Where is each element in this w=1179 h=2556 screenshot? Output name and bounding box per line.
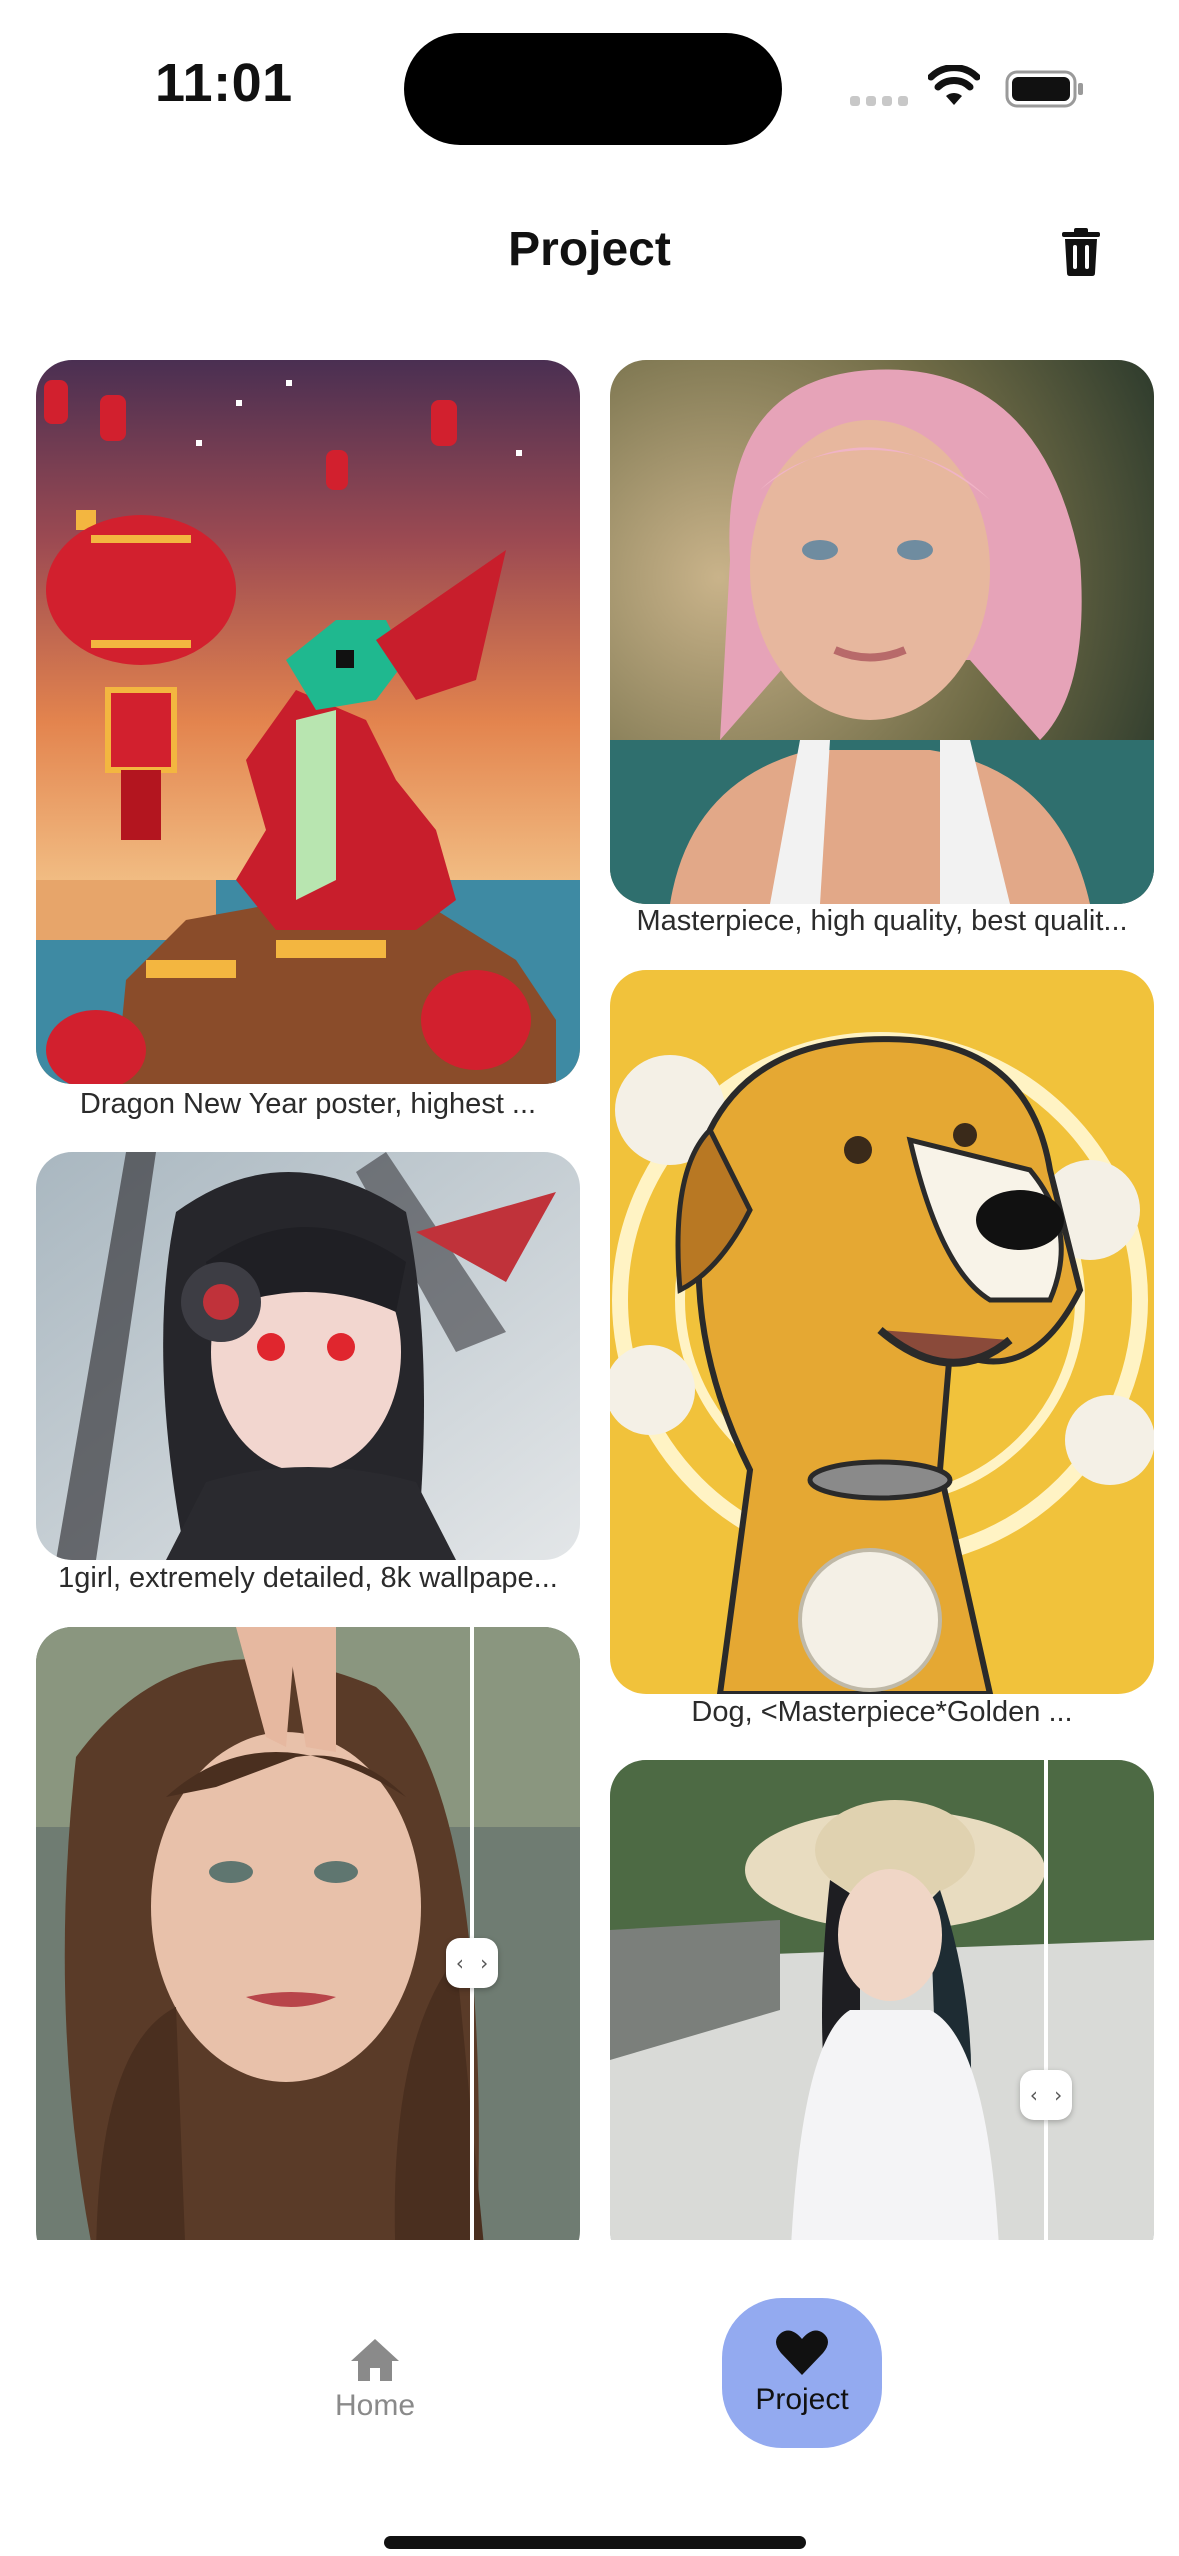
- tab-project-label: Project: [755, 2383, 849, 2416]
- card-caption: 1girl, extremely detailed, 8k wallpape..…: [58, 1562, 558, 1594]
- card-caption: Dragon New Year poster, highest ...: [79, 1088, 537, 1120]
- dragon-image: [36, 360, 580, 1084]
- project-card-portrait-compare[interactable]: ‹ ›: [36, 1627, 580, 2267]
- home-icon: [351, 2339, 399, 2381]
- tab-bar: [0, 2240, 1179, 2556]
- card-caption: Masterpiece, high quality, best qualit..…: [636, 905, 1128, 937]
- cellular-signal-icon: [850, 96, 908, 106]
- project-card-hat-compare[interactable]: ‹ ›: [610, 1760, 1154, 2267]
- anime-girl-image: [36, 1152, 580, 1560]
- battery-icon: [1005, 70, 1083, 108]
- dynamic-island: [404, 33, 782, 145]
- pink-hair-portrait-image: [610, 360, 1154, 904]
- compare-handle[interactable]: ‹ ›: [1020, 2070, 1072, 2120]
- home-indicator: [384, 2536, 806, 2549]
- tab-home[interactable]: Home: [305, 2320, 445, 2440]
- page-title: Project: [508, 223, 671, 276]
- project-card-anime-girl[interactable]: [36, 1152, 580, 1560]
- status-time: 11:01: [155, 53, 293, 113]
- golden-dog-image: [610, 970, 1154, 1694]
- tab-home-label: Home: [334, 2389, 416, 2422]
- tab-project[interactable]: Project: [722, 2298, 882, 2448]
- heart-icon: [776, 2330, 828, 2375]
- project-card-dog[interactable]: [610, 970, 1154, 1694]
- card-caption: Dog, <Masterpiece*Golden ...: [691, 1696, 1073, 1728]
- project-card-dragon[interactable]: [36, 360, 580, 1084]
- wifi-icon: [928, 65, 980, 105]
- trash-icon[interactable]: [1062, 228, 1100, 276]
- woman-hat-image: [610, 1760, 1154, 2267]
- woman-portrait-image: [36, 1627, 580, 2267]
- compare-handle[interactable]: ‹ ›: [446, 1938, 498, 1988]
- compare-divider[interactable]: [1044, 1760, 1048, 2267]
- project-card-pink-hair[interactable]: [610, 360, 1154, 904]
